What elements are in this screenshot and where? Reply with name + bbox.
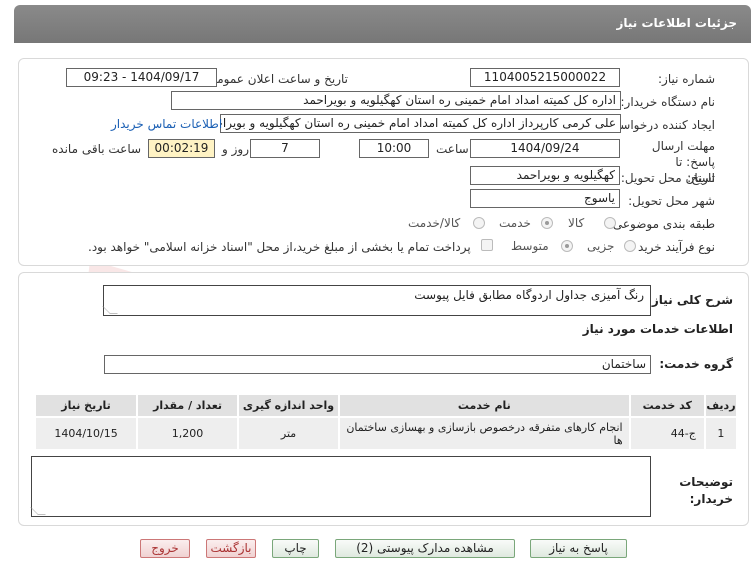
summary-textarea: رنگ آمیزی جداول اردوگاه مطابق فایل پیوست: [102, 285, 651, 316]
category-service-label: خدمت: [499, 216, 531, 230]
service-group-field: ساختمان: [104, 355, 651, 374]
page-header: جزئیات اطلاعات نیاز: [14, 5, 751, 43]
cell-service-code: ج-44: [628, 416, 706, 451]
category-label: طبقه بندی موضوعی:: [608, 217, 715, 231]
need-number-label: شماره نیاز:: [658, 72, 715, 86]
process-label: نوع فرآیند خرید :: [630, 240, 715, 254]
view-documents-button[interactable]: مشاهده مدارک پیوستی (2): [335, 539, 515, 558]
col-service-name: نام خدمت: [338, 393, 631, 418]
remaining-time-label: ساعت باقی مانده: [52, 142, 142, 156]
category-both-radio[interactable]: [473, 217, 485, 229]
treasury-payment-note: پرداخت تمام یا بخشی از مبلغ خرید،از محل …: [88, 240, 471, 254]
city-field: یاسوج: [470, 189, 620, 208]
service-group-label: گروه خدمت:: [659, 357, 733, 371]
table-header-row: ردیف کد خدمت نام خدمت واحد اندازه گیری ت…: [33, 393, 739, 418]
announce-field: 1404/09/17 - 09:23: [66, 68, 217, 87]
respond-button[interactable]: پاسخ به نیاز: [530, 539, 627, 558]
need-number-field: 1104005215000022: [470, 68, 620, 87]
exit-button[interactable]: خروج: [140, 539, 190, 558]
table-row: 1 ج-44 انجام کارهای متفرقه درخصوص بازساز…: [33, 416, 739, 451]
province-label: استان محل تحویل:: [620, 171, 715, 185]
buyer-org-field: اداره کل کمیته امداد امام خمینی ره استان…: [171, 91, 621, 110]
buyer-org-label: نام دستگاه خریدار:: [620, 95, 716, 109]
creator-field: علی کرمی کارپرداز اداره کل کمیته امداد ا…: [220, 114, 621, 133]
col-row: ردیف: [703, 393, 739, 418]
process-medium-radio[interactable]: [561, 240, 573, 252]
category-goods-radio[interactable]: [604, 217, 616, 229]
province-field: کهگیلویه و بویراحمد: [470, 166, 620, 185]
resize-handle-icon: [102, 306, 118, 314]
category-both-label: کالا/خدمت: [408, 216, 461, 230]
category-service-radio[interactable]: [541, 217, 553, 229]
city-label: شهر محل تحویل:: [628, 194, 715, 208]
cell-quantity: 1,200: [136, 416, 240, 451]
col-unit: واحد اندازه گیری: [237, 393, 341, 418]
deadline-time-field: 10:00: [359, 139, 429, 158]
process-minor-label: جزیی: [587, 239, 615, 253]
resize-handle-icon: [30, 507, 46, 515]
col-service-code: کد خدمت: [628, 393, 706, 418]
process-medium-label: متوسط: [511, 239, 549, 253]
days-field: 7: [250, 139, 320, 158]
col-need-date: تاریخ نیاز: [33, 393, 139, 418]
cell-unit: متر: [237, 416, 341, 451]
cell-row: 1: [703, 416, 739, 451]
services-title: اطلاعات خدمات مورد نیاز: [582, 322, 733, 336]
col-quantity: تعداد / مقدار: [136, 393, 240, 418]
days-label: روز و: [222, 142, 249, 156]
services-table: ردیف کد خدمت نام خدمت واحد اندازه گیری ت…: [33, 393, 739, 451]
remaining-time-field: 00:02:19: [148, 139, 215, 158]
deadline-time-label: ساعت: [436, 142, 469, 156]
creator-label: ایجاد کننده درخواست:: [604, 118, 715, 132]
summary-text: رنگ آمیزی جداول اردوگاه مطابق فایل پیوست: [414, 288, 644, 302]
buyer-contact-link[interactable]: اطلاعات تماس خریدار: [111, 117, 222, 131]
summary-label: شرح کلی نیاز:: [647, 293, 733, 307]
back-button[interactable]: بازگشت: [206, 539, 256, 558]
cell-service-name: انجام کارهای متفرقه درخصوص بازسازی و بهس…: [338, 416, 631, 451]
announce-label: تاریخ و ساعت اعلان عمومی:: [203, 72, 348, 86]
page-title: جزئیات اطلاعات نیاز: [616, 16, 737, 30]
deadline-date-field: 1404/09/24: [470, 139, 620, 158]
print-button[interactable]: چاپ: [272, 539, 319, 558]
process-minor-radio[interactable]: [624, 240, 636, 252]
category-goods-label: کالا: [568, 216, 585, 230]
need-info-panel: [18, 58, 749, 266]
treasury-payment-checkbox[interactable]: [481, 239, 493, 251]
cell-need-date: 1404/10/15: [33, 416, 139, 451]
buyer-notes-label: توضیحات خریدار:: [679, 475, 733, 506]
buyer-notes-textarea: [30, 456, 651, 517]
